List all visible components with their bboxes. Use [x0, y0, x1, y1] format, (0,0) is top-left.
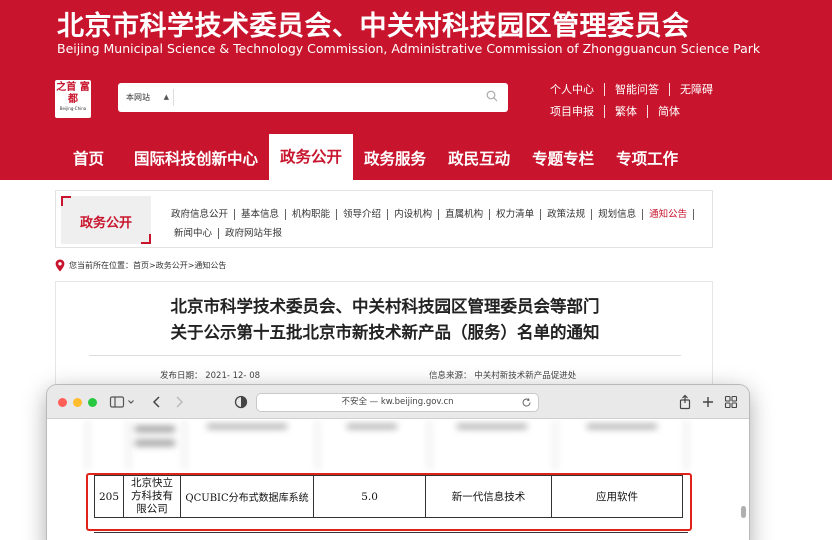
subnav-links: 政府信息公开 基本信息 机构职能 领导介绍 内设机构 直属机构 权力清单 政策法… [168, 205, 708, 243]
logo-glyphs: 之首 富都 [56, 82, 90, 105]
scrollbar-thumb[interactable] [741, 506, 746, 518]
share-icon[interactable] [677, 394, 693, 410]
publish-date: 发布日期： 2021- 12- 08 [160, 369, 260, 381]
info-source: 信息来源： 中关村新技术新产品促进处 [429, 369, 576, 381]
subnav-badge: 政务公开 [61, 196, 151, 244]
nav-home[interactable]: 首页 [55, 139, 123, 180]
browser-window: 不安全 — kw.beijing.gov.cn 205 北京快立方科技有限公司 … [47, 385, 749, 540]
search-scope-select[interactable]: 本网站 ▲ [124, 89, 174, 106]
nav-topics[interactable]: 专题专栏 [521, 139, 605, 180]
subnav-item[interactable]: 权力清单 [490, 209, 542, 220]
main-nav: 首页 国际科技创新中心 政务公开 政务服务 政民互动 专题专栏 专项工作 [55, 134, 689, 180]
new-tab-icon[interactable] [700, 394, 716, 410]
site-title: 北京市科学技术委员会、中关村科技园区管理委员会 [57, 11, 690, 42]
nav-gov-affairs-open[interactable]: 政务公开 [269, 134, 354, 180]
link-accessibility[interactable]: 无障碍 [669, 82, 723, 96]
subnav-item[interactable]: 内设机构 [388, 209, 440, 220]
subnav-item[interactable]: 领导介绍 [337, 209, 389, 220]
subnav-item-notices[interactable]: 通知公告 [643, 209, 695, 220]
link-personal-center[interactable]: 个人中心 [540, 83, 604, 96]
forward-icon[interactable] [171, 394, 187, 410]
source-label: 信息来源： [429, 371, 472, 381]
divider [89, 355, 681, 356]
subnav-box: 政务公开 政府信息公开 基本信息 机构职能 领导介绍 内设机构 直属机构 权力清… [55, 190, 713, 248]
sidebar-toggle-icon[interactable] [109, 394, 125, 410]
link-traditional[interactable]: 繁体 [604, 104, 647, 118]
subnav-item[interactable]: 政府网站年报 [219, 228, 288, 239]
site-subtitle: Beijing Municipal Science & Technology C… [57, 41, 761, 56]
source-value: 中关村新技术新产品促进处 [474, 371, 577, 381]
breadcrumb: 您当前所在位置：首页>政务公开>通知公告 [55, 259, 226, 272]
reload-icon[interactable] [521, 397, 532, 408]
article-title: 北京市科学技术委员会、中关村科技园区管理委员会等部门 关于公示第十五批北京市新技… [56, 294, 714, 346]
corner-decoration [141, 234, 151, 244]
zoom-window-button[interactable] [88, 398, 97, 407]
minimize-window-button[interactable] [73, 398, 82, 407]
beijing-logo[interactable]: 之首 富都 Beijing-China [55, 80, 91, 118]
search-box: 本网站 ▲ [118, 83, 508, 112]
link-simplified[interactable]: 简体 [647, 104, 690, 118]
search-scope-label: 本网站 [126, 93, 150, 102]
breadcrumb-text[interactable]: 您当前所在位置：首页>政务公开>通知公告 [69, 260, 226, 271]
subnav-item[interactable]: 直属机构 [439, 209, 491, 220]
address-bar[interactable]: 不安全 — kw.beijing.gov.cn [256, 393, 539, 412]
chevron-down-icon[interactable] [127, 394, 135, 410]
nav-interaction[interactable]: 政民互动 [437, 139, 521, 180]
article-title-line: 北京市科学技术委员会、中关村科技园区管理委员会等部门 [170, 297, 600, 316]
blurred-table-row [87, 420, 687, 470]
page-viewport: 205 北京快立方科技有限公司 QCUBIC分布式数据库系统 5.0 新一代信息… [47, 420, 749, 540]
link-smart-qa[interactable]: 智能问答 [604, 82, 669, 96]
subnav-title: 政务公开 [79, 216, 132, 231]
chevron-updown-icon: ▲ [163, 93, 169, 101]
corner-decoration [61, 196, 71, 206]
link-project-apply[interactable]: 项目申报 [540, 105, 604, 118]
subnav-item[interactable]: 规划信息 [592, 209, 644, 220]
back-icon[interactable] [149, 394, 165, 410]
date-label: 发布日期： [160, 371, 203, 381]
location-pin-icon [55, 259, 65, 272]
article-title-line: 关于公示第十五批北京市新技术新产品（服务）名单的通知 [170, 323, 600, 342]
logo-sub: Beijing-China [59, 106, 87, 111]
date-value: 2021- 12- 08 [205, 371, 261, 381]
address-text: 不安全 — kw.beijing.gov.cn [341, 397, 454, 407]
subnav-item[interactable]: 政策法规 [541, 209, 593, 220]
subnav-item[interactable]: 政府信息公开 [168, 209, 236, 220]
nav-innovation-center[interactable]: 国际科技创新中心 [123, 139, 269, 180]
subnav-item[interactable]: 机构职能 [286, 209, 338, 220]
close-window-button[interactable] [58, 398, 67, 407]
highlight-box [86, 473, 692, 531]
table-border [94, 532, 688, 533]
top-links: 个人中心 智能问答 无障碍 项目申报 繁体 简体 [540, 78, 720, 122]
nav-gov-services[interactable]: 政务服务 [353, 139, 437, 180]
search-input[interactable] [180, 87, 476, 108]
subnav-item[interactable]: 基本信息 [235, 209, 287, 220]
privacy-shield-icon[interactable] [233, 394, 249, 410]
nav-special-work[interactable]: 专项工作 [605, 139, 689, 180]
subnav-item[interactable]: 新闻中心 [168, 228, 220, 239]
tab-overview-icon[interactable] [723, 394, 739, 410]
search-icon[interactable] [486, 90, 498, 102]
browser-toolbar: 不安全 — kw.beijing.gov.cn [47, 385, 749, 419]
